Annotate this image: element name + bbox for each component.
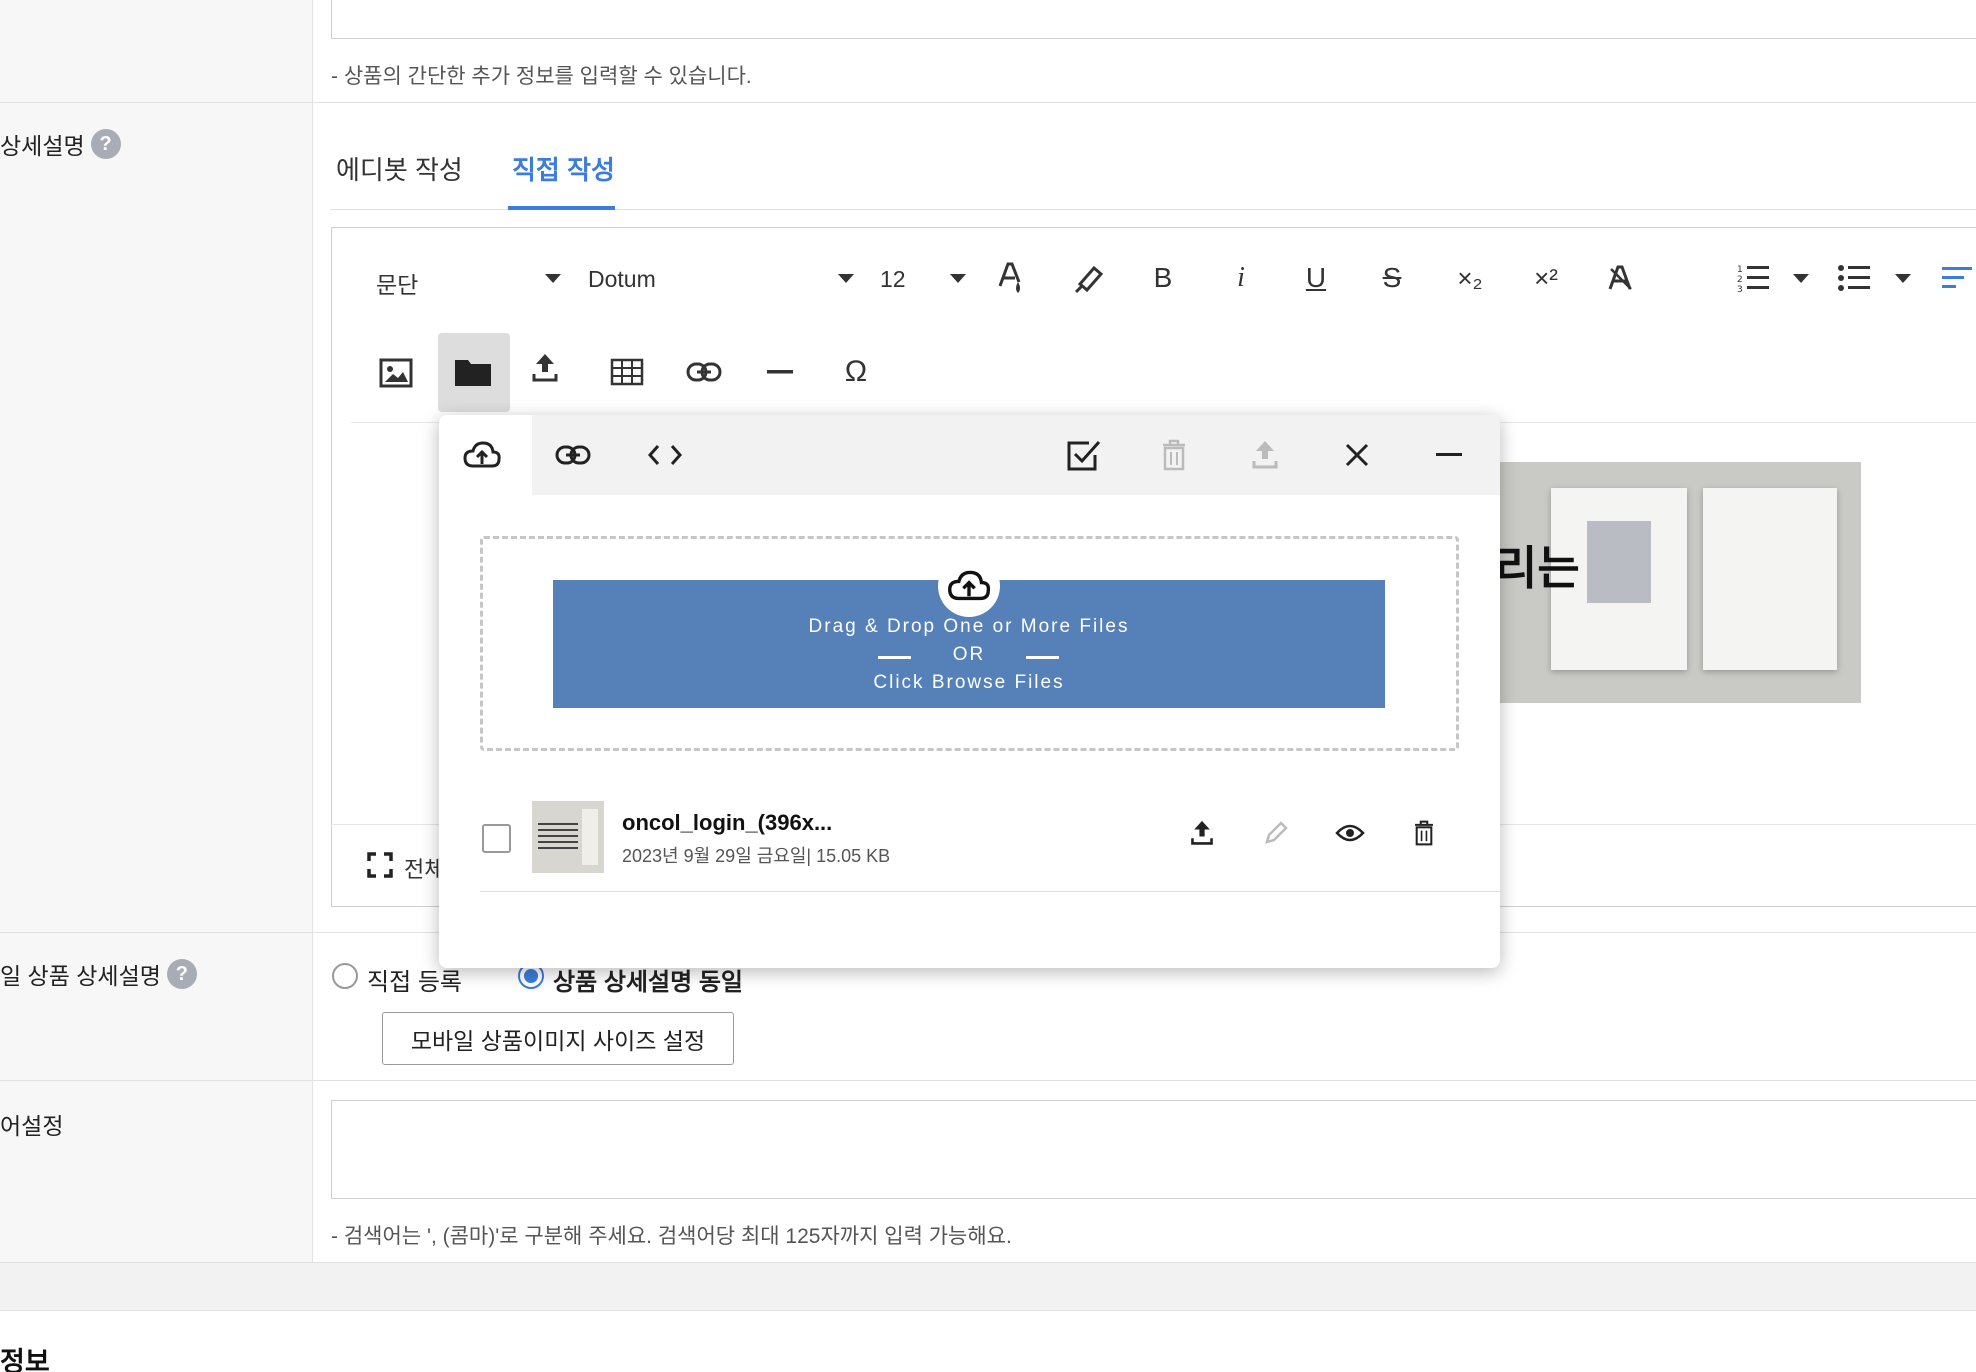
file-row-divider <box>480 891 1500 892</box>
next-section-title: 정보 <box>0 1347 50 1372</box>
upload-icon[interactable] <box>1187 818 1217 848</box>
horizontal-rule-icon[interactable] <box>765 356 795 388</box>
italic-glyph: i <box>1237 262 1245 293</box>
fullscreen-icon[interactable] <box>367 852 393 878</box>
chevron-down-icon[interactable] <box>1895 274 1911 283</box>
close-icon[interactable] <box>1338 436 1376 474</box>
subscript-icon[interactable]: ×₂ <box>1450 258 1490 298</box>
superscript-glyph: ×² <box>1534 262 1558 293</box>
keywords-label: 어설정 <box>0 1113 64 1139</box>
svg-text:3: 3 <box>1737 285 1743 293</box>
active-tab-indicator <box>508 206 615 210</box>
edit-icon[interactable] <box>1261 818 1291 848</box>
clear-format-icon[interactable] <box>1603 260 1637 296</box>
omega-icon[interactable]: Ω <box>839 354 873 390</box>
upload-icon[interactable] <box>1246 436 1284 474</box>
underline-glyph: U <box>1305 262 1327 293</box>
thumb-mark <box>582 809 598 865</box>
strikethrough-icon[interactable]: S <box>1376 258 1408 298</box>
file-thumbnail <box>532 801 604 873</box>
editor-content-text: 리는 <box>1495 542 1580 594</box>
or-dash-right <box>1026 656 1059 659</box>
paragraph-select[interactable]: 문단 <box>376 266 418 300</box>
chevron-down-icon[interactable] <box>545 274 561 283</box>
radio-direct-register[interactable] <box>332 963 358 989</box>
align-icon[interactable] <box>1942 262 1976 294</box>
chevron-down-icon[interactable] <box>1793 274 1809 283</box>
row-label-cell <box>0 0 313 102</box>
delete-icon[interactable] <box>1155 436 1193 474</box>
link-icon[interactable] <box>685 356 723 388</box>
section-spacer <box>0 1263 1976 1311</box>
unordered-list-icon[interactable] <box>1837 260 1873 296</box>
chevron-down-icon[interactable] <box>950 274 966 283</box>
or-dash-left <box>878 656 911 659</box>
additional-info-hint: - 상품의 간단한 추가 정보를 입력할 수 있습니다. <box>331 65 752 88</box>
font-size-value: 12 <box>880 266 906 292</box>
question-icon[interactable]: ? <box>90 129 121 159</box>
tab-direct-write[interactable]: 직접 작성 <box>512 150 615 187</box>
thumb-mark <box>538 823 578 849</box>
cloud-upload-icon <box>948 570 991 601</box>
row-label-cell: 일 상품 상세설명 ? <box>0 933 313 1080</box>
file-meta: 2023년 9월 29일 금요일| 15.05 KB <box>622 846 891 866</box>
additional-info-row: - 상품의 간단한 추가 정보를 입력할 수 있습니다. <box>0 0 1976 103</box>
link-icon[interactable] <box>554 436 592 474</box>
view-icon[interactable] <box>1335 818 1365 848</box>
svg-text:1: 1 <box>1737 265 1743 275</box>
keywords-hint: - 검색어는 ', (콤마)'로 구분해 주세요. 검색어당 최대 125자까지… <box>331 1225 1012 1248</box>
select-all-icon[interactable] <box>1064 436 1102 474</box>
drop-instruction-or: OR <box>952 644 986 665</box>
tab-editbot[interactable]: 에디봇 작성 <box>336 150 463 187</box>
file-manager-modal: Drag & Drop One or More Files OR Click B… <box>439 415 1500 968</box>
question-icon[interactable]: ? <box>166 959 197 989</box>
omega-glyph: Ω <box>844 355 868 388</box>
paragraph-select-value: 문단 <box>376 272 419 298</box>
italic-icon[interactable]: i <box>1226 258 1256 298</box>
superscript-icon[interactable]: ×² <box>1526 258 1566 298</box>
delete-icon[interactable] <box>1409 818 1439 848</box>
underline-icon[interactable]: U <box>1300 256 1332 300</box>
detail-description-label: 상세설명 ? <box>0 127 121 161</box>
keywords-input[interactable] <box>331 1100 1976 1199</box>
image-icon[interactable] <box>378 355 414 391</box>
mobile-label-text: 일 상품 상세설명 <box>0 963 161 989</box>
chevron-down-icon[interactable] <box>838 274 854 283</box>
folder-icon[interactable] <box>454 355 492 389</box>
detail-label-text: 상세설명 <box>0 133 85 159</box>
drop-instruction-line1: Drag & Drop One or More Files <box>808 616 1130 637</box>
font-select-value: Dotum <box>588 266 656 292</box>
mobile-description-label: 일 상품 상세설명 ? <box>0 957 197 991</box>
cloud-upload-icon[interactable] <box>463 436 501 474</box>
font-color-icon[interactable] <box>994 258 1030 298</box>
preview-photo <box>1587 521 1651 603</box>
mobile-image-size-button[interactable]: 모바일 상품이미지 사이즈 설정 <box>382 1012 734 1065</box>
subscript-glyph: ×₂ <box>1457 262 1483 293</box>
font-select[interactable]: Dotum <box>588 266 656 293</box>
font-size-select[interactable]: 12 <box>880 266 906 293</box>
dropzone-cloud-badge <box>938 555 1000 617</box>
highlight-icon[interactable] <box>1070 260 1108 296</box>
drop-instruction-line2: Click Browse Files <box>873 672 1065 693</box>
row-label-cell: 상세설명 ? <box>0 103 313 932</box>
svg-text:2: 2 <box>1737 275 1743 285</box>
row-label-cell: 어설정 <box>0 1081 313 1262</box>
upload-icon[interactable] <box>528 350 562 386</box>
file-name: oncol_login_(396x... <box>622 810 833 835</box>
bold-icon[interactable]: B <box>1148 258 1178 298</box>
bold-glyph: B <box>1153 262 1173 293</box>
code-icon[interactable] <box>646 436 684 474</box>
ordered-list-icon[interactable]: 123 <box>1736 260 1772 296</box>
minimize-icon[interactable] <box>1430 436 1468 474</box>
preview-page <box>1703 488 1837 670</box>
keywords-row: 어설정 - 검색어는 ', (콤마)'로 구분해 주세요. 검색어당 최대 12… <box>0 1081 1976 1263</box>
file-select-checkbox[interactable] <box>482 824 511 853</box>
strike-glyph: S <box>1382 262 1402 293</box>
table-icon[interactable] <box>609 356 645 388</box>
additional-info-input[interactable] <box>331 0 1976 39</box>
